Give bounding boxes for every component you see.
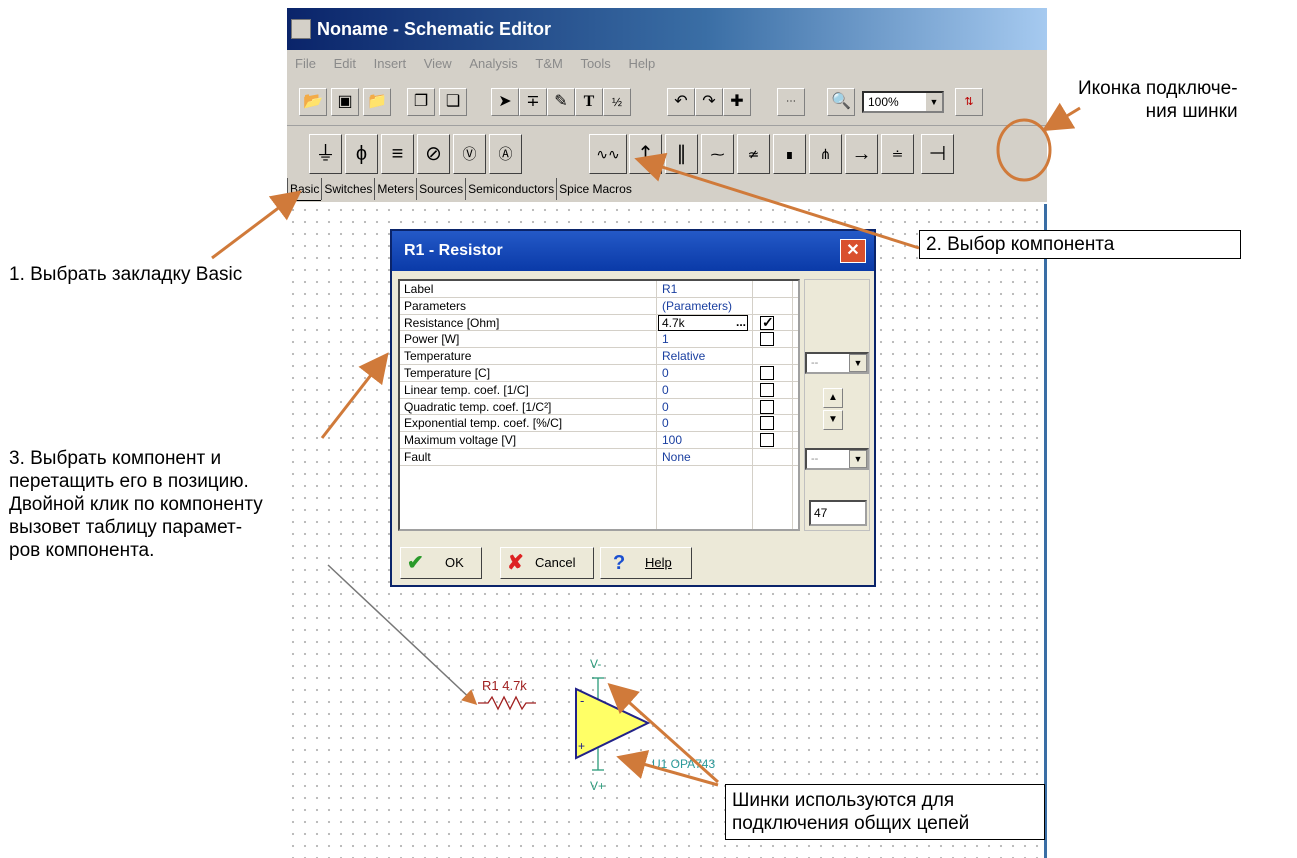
- vplus-label: V+: [590, 779, 605, 793]
- opamp-minus-sign: -: [580, 693, 584, 708]
- step2-annotation: 2. Выбор компонента: [919, 230, 1241, 259]
- buses-annotation-line: Шинки используются для: [732, 790, 955, 811]
- resistor-symbol: [478, 695, 536, 711]
- schematic-components: R1 4.7k V- - + V+ U1 OPA743: [478, 657, 715, 793]
- opamp-symbol: [575, 687, 651, 760]
- opamp-label: U1 OPA743: [652, 757, 715, 771]
- step3-annotation: 3. Выбрать компонент и перетащить его в …: [9, 447, 263, 562]
- bus-icon-annotation-line: Иконка подключе-: [1078, 78, 1238, 99]
- step3-annotation-line: вызовет таблицу парамет-: [9, 517, 243, 538]
- buses-annotation-line: подключения общих цепей: [732, 813, 970, 834]
- bus-icon-annotation: Иконка подключе- ния шинки: [1078, 77, 1238, 123]
- resistor-label: R1 4.7k: [482, 678, 527, 693]
- bus-icon-annotation-line: ния шинки: [1145, 101, 1238, 122]
- step3-annotation-line: ров компонента.: [9, 540, 155, 561]
- buses-annotation: Шинки используются для подключения общих…: [725, 784, 1045, 840]
- step1-annotation: 1. Выбрать закладку Basic: [9, 264, 243, 285]
- vminus-label: V-: [590, 657, 601, 671]
- step3-annotation-line: перетащить его в позицию.: [9, 471, 249, 492]
- step3-annotation-line: Двойной клик по компоненту: [9, 494, 263, 515]
- opamp-plus-sign: +: [578, 739, 585, 753]
- step3-annotation-line: 3. Выбрать компонент и: [9, 448, 222, 469]
